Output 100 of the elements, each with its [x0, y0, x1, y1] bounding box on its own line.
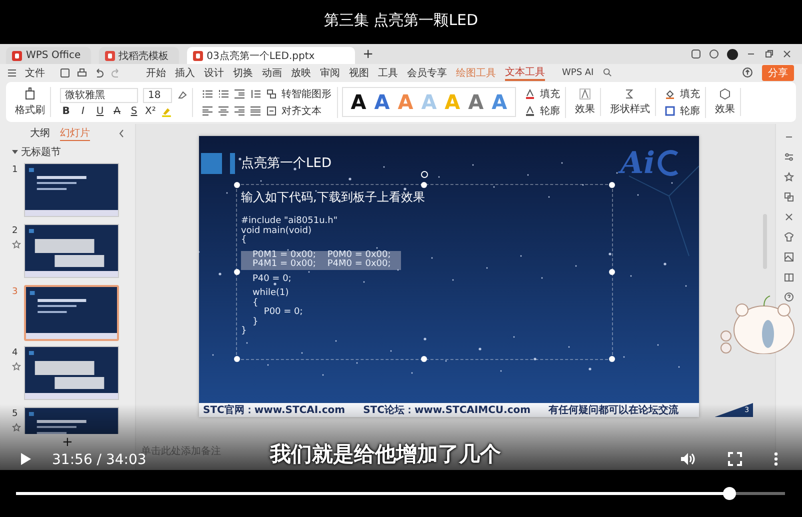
format-button[interactable]: X²: [145, 106, 156, 116]
text-style-option[interactable]: A: [350, 90, 366, 114]
book-icon[interactable]: [784, 272, 794, 282]
window-icon[interactable]: [691, 49, 701, 59]
indent-icon[interactable]: [234, 88, 245, 98]
print-icon[interactable]: [77, 68, 87, 78]
footer-text: STC论坛：www.STCAIMCU.com: [363, 404, 531, 417]
image-icon[interactable]: [784, 252, 794, 262]
text-effect-button[interactable]: 效果: [575, 102, 596, 116]
footer-text: 有任何疑问都可以在论坛交流: [548, 403, 679, 417]
align-text-button[interactable]: 对齐文本: [282, 104, 322, 118]
slide-thumbnail[interactable]: [24, 346, 119, 400]
ribbon-tab[interactable]: 设计: [204, 66, 224, 80]
slide-number: 1: [12, 165, 19, 175]
star-icon[interactable]: [12, 362, 21, 371]
align-text-icon[interactable]: [266, 106, 277, 116]
smart-shape-button[interactable]: 转智能图形: [282, 86, 332, 100]
clear-format-icon[interactable]: [176, 90, 187, 100]
align-right-icon[interactable]: [234, 106, 245, 116]
shape-outline-icon[interactable]: [665, 106, 676, 116]
align-center-icon[interactable]: [218, 106, 229, 116]
caret-icon[interactable]: [12, 149, 18, 155]
ribbon-tab[interactable]: 动画: [262, 66, 282, 80]
ribbon-tab[interactable]: 放映: [291, 66, 311, 80]
close-icon[interactable]: [782, 49, 792, 59]
justify-icon[interactable]: [250, 106, 261, 116]
document-tab[interactable]: 找稻壳模板: [98, 47, 179, 64]
slide-thumbnail[interactable]: [24, 224, 119, 278]
layers-icon[interactable]: [784, 192, 794, 202]
sliders-icon[interactable]: [784, 152, 794, 162]
undo-icon[interactable]: [94, 68, 104, 78]
cloud-icon[interactable]: [742, 67, 753, 78]
play-icon[interactable]: [20, 452, 32, 466]
restore-icon[interactable]: [764, 49, 774, 59]
file-menu[interactable]: 文件: [25, 66, 45, 80]
text-style-option[interactable]: A: [374, 90, 390, 114]
slide-number: 4: [12, 348, 19, 358]
menu-icon[interactable]: [8, 68, 16, 76]
volume-icon[interactable]: [680, 452, 696, 466]
format-button[interactable]: I: [77, 106, 89, 116]
align-left-icon[interactable]: [202, 106, 213, 116]
ribbon-tab[interactable]: 插入: [175, 66, 195, 80]
avatar-icon[interactable]: [727, 48, 738, 60]
save-icon[interactable]: [60, 68, 70, 78]
progress-handle[interactable]: [723, 487, 736, 500]
bullet-list-icon[interactable]: [202, 88, 213, 98]
playback-time: 31:56 / 34:03: [52, 452, 146, 468]
format-painter-label[interactable]: 格式刷: [15, 103, 45, 117]
format-button[interactable]: A: [111, 106, 123, 116]
rotate-handle[interactable]: [421, 171, 428, 178]
slide-title: 点亮第一个LED: [241, 155, 332, 172]
hexagon-icon[interactable]: [719, 88, 732, 100]
text-outline-icon[interactable]: [525, 106, 536, 116]
ribbon-tab[interactable]: 工具: [378, 66, 398, 80]
shape-fill-button[interactable]: 填充: [680, 86, 700, 100]
collapse-icon[interactable]: [118, 128, 125, 138]
document-tab[interactable]: 03点亮第一个LED.pptx: [186, 47, 355, 64]
star-icon[interactable]: [12, 423, 21, 432]
ribbon-tab[interactable]: 切换: [233, 66, 253, 80]
fullscreen-icon[interactable]: [728, 452, 742, 466]
star-icon[interactable]: [784, 172, 794, 182]
font-size-dropdown[interactable]: 18: [143, 88, 172, 102]
star-icon[interactable]: [12, 240, 21, 249]
text-style-option[interactable]: A: [468, 90, 484, 114]
shape-effect-button[interactable]: 效果: [715, 102, 736, 116]
text-effect-icon[interactable]: [579, 88, 592, 100]
ribbon-tab[interactable]: 开始: [146, 66, 166, 80]
format-button[interactable]: U: [94, 106, 106, 116]
shape-style-button[interactable]: 形状样式: [610, 102, 650, 116]
panel-tab[interactable]: 大纲: [30, 126, 50, 140]
ribbon-tab[interactable]: 会员专享: [407, 66, 447, 80]
text-fill-button[interactable]: 填充: [540, 86, 560, 100]
numbered-list-icon[interactable]: [218, 88, 229, 98]
slide-number: 2: [12, 226, 19, 236]
text-fill-icon[interactable]: [525, 88, 536, 98]
section-title[interactable]: 无标题节: [21, 145, 61, 159]
slide-thumbnail[interactable]: [24, 285, 119, 341]
code-text: #include "ai8051u.h" void main(void) {: [241, 217, 338, 246]
smart-shape-icon[interactable]: [266, 88, 277, 98]
document-tab[interactable]: WPS Office: [6, 47, 91, 64]
ribbon-tab[interactable]: 视图: [349, 66, 369, 80]
add-slide-button[interactable]: +: [62, 436, 73, 450]
new-tab-button[interactable]: +: [362, 46, 374, 62]
slide-number: 3: [12, 287, 19, 297]
text-outline-button[interactable]: 轮廓: [540, 104, 560, 118]
line-spacing-icon[interactable]: [250, 88, 261, 98]
shape-fill-icon[interactable]: [665, 88, 676, 98]
shape-outline-button[interactable]: 轮廓: [680, 104, 700, 118]
format-button[interactable]: B: [60, 106, 72, 116]
shirt-icon[interactable]: [784, 232, 794, 242]
slide-thumbnail[interactable]: [24, 163, 119, 217]
more-icon[interactable]: [774, 452, 778, 466]
format-button[interactable]: S: [128, 106, 140, 116]
wps-ai-tab[interactable]: WPS AI: [562, 68, 594, 78]
help-icon[interactable]: [784, 292, 794, 302]
search-icon[interactable]: [602, 68, 612, 77]
font-dropdown[interactable]: 微软雅黑: [60, 88, 138, 102]
nodes-icon[interactable]: [784, 212, 794, 222]
paintbrush-icon[interactable]: [23, 87, 37, 101]
ribbon-tab[interactable]: 审阅: [320, 66, 340, 80]
